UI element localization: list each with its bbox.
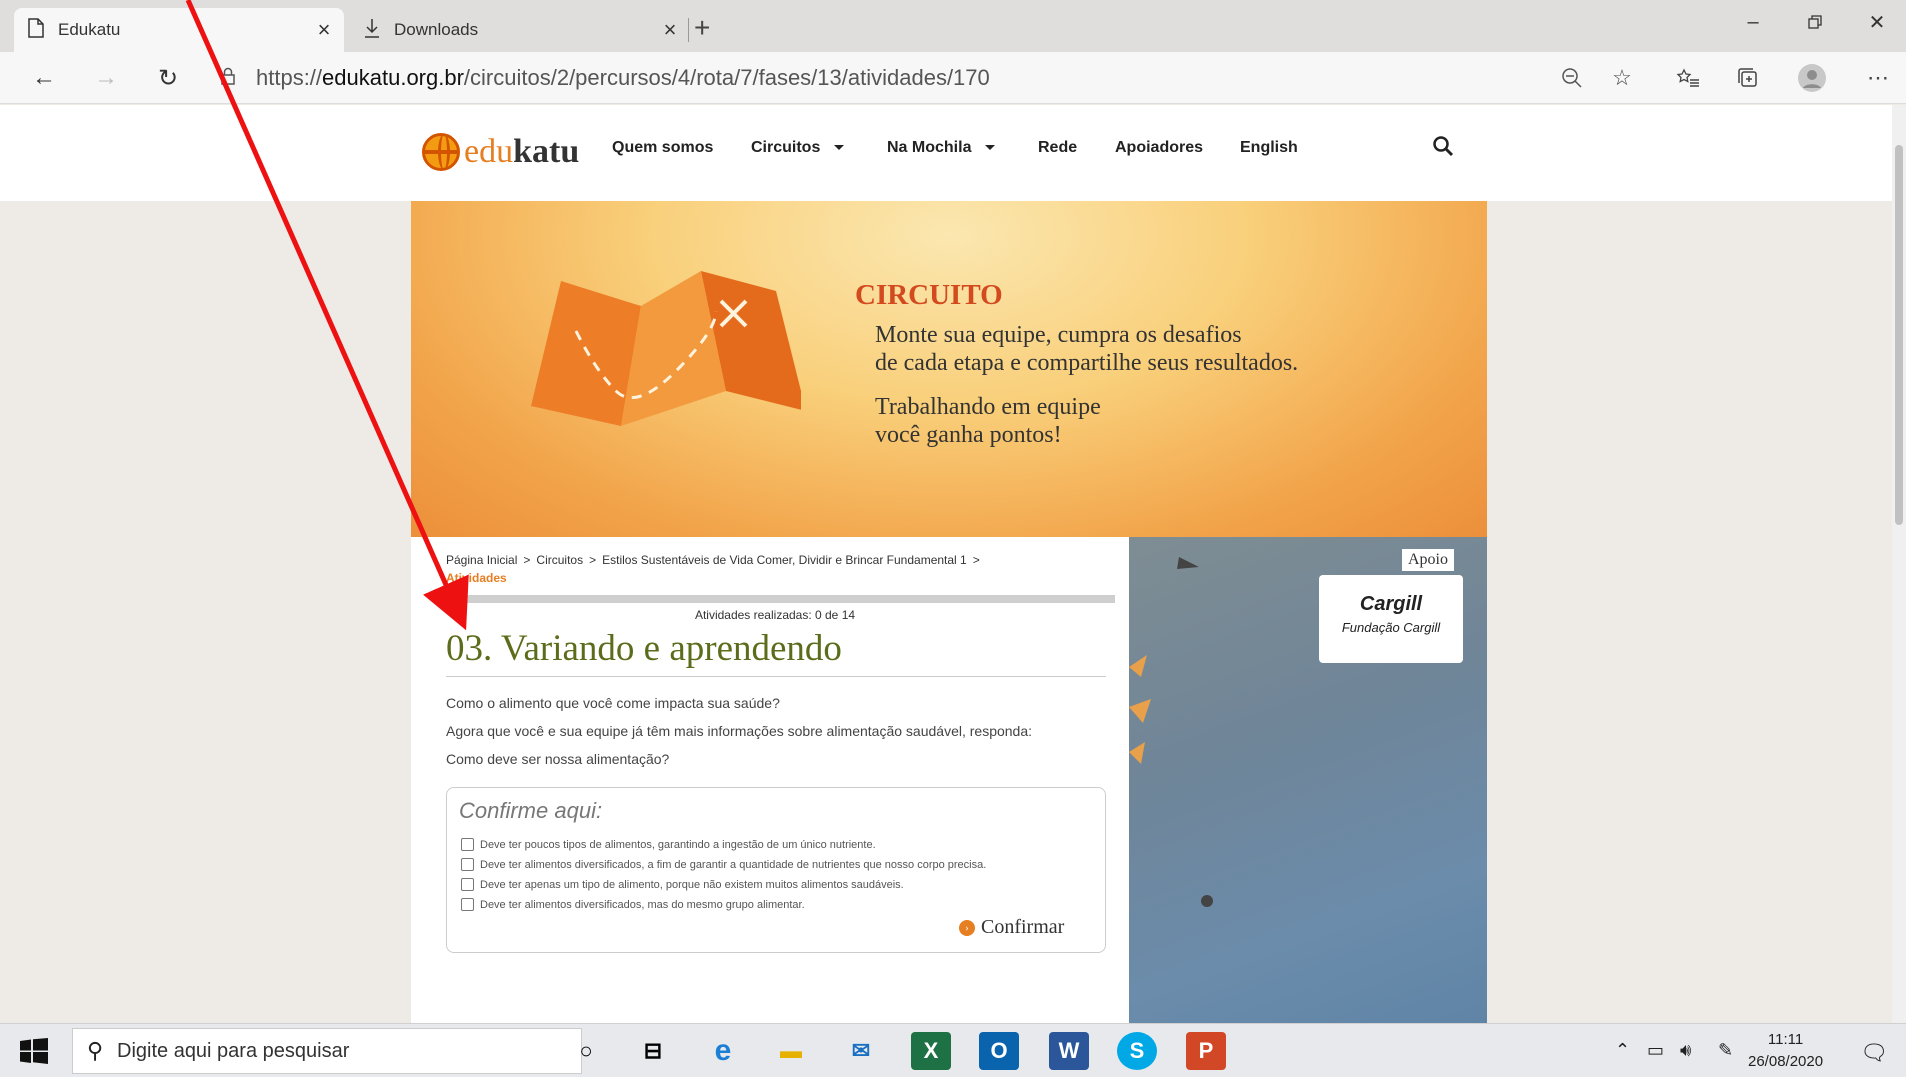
tab-edukatu[interactable]: Edukatu × <box>14 8 344 52</box>
collections-icon[interactable] <box>1730 62 1766 94</box>
skype-icon[interactable]: S <box>1117 1032 1157 1070</box>
banner-line: de cada etapa e compartilhe seus resulta… <box>875 350 1299 376</box>
scrollbar-thumb[interactable] <box>1895 145 1903 525</box>
edge-icon[interactable]: e <box>703 1032 743 1070</box>
notifications-icon[interactable]: 🗨︎ <box>1860 1040 1888 1066</box>
file-explorer-icon[interactable]: ▬ <box>771 1032 811 1070</box>
back-arrow-icon[interactable]: ← <box>24 60 64 96</box>
windows-start-icon[interactable] <box>20 1038 50 1064</box>
restore-icon[interactable] <box>1784 0 1846 44</box>
breadcrumb-circuitos[interactable]: Circuitos <box>536 553 583 567</box>
cargill-logo[interactable]: Cargill Fundação Cargill <box>1319 575 1463 663</box>
mail-icon[interactable]: ✉ <box>841 1032 881 1070</box>
activity-panel: Página Inicial > Circuitos > Estilos Sustent… <box>411 537 1129 1023</box>
activity-progress-text: Atividades realizadas: 0 de 14 <box>694 608 856 622</box>
forward-arrow-icon[interactable]: → <box>86 60 126 96</box>
taskbar-search-box[interactable]: ⚲ Digite aqui para pesquisar <box>72 1028 582 1074</box>
nav-na-mochila[interactable]: Na Mochila <box>887 139 996 157</box>
checkbox[interactable] <box>461 858 474 871</box>
profile-avatar-icon[interactable] <box>1794 62 1830 94</box>
task-view-icon[interactable]: ⊟ <box>633 1032 673 1070</box>
nav-quem-somos[interactable]: Quem somos <box>612 139 713 157</box>
breadcrumb: Página Inicial > Circuitos > Estilos Sustent… <box>446 553 980 585</box>
tab-label: Downloads <box>394 20 479 39</box>
sponsor-sidebar: Apoio Cargill Fundação Cargill <box>1129 537 1487 1023</box>
banner-title: CIRCUITO <box>855 279 1003 311</box>
url-text: https://edukatu.org.br/circuitos/2/percu… <box>256 65 990 90</box>
nav-english[interactable]: English <box>1240 139 1298 157</box>
nav-rede[interactable]: Rede <box>1038 139 1077 157</box>
answer-option[interactable]: Deve ter poucos tipos de alimentos, gara… <box>461 838 876 851</box>
more-menu-icon[interactable]: ⋯ <box>1860 62 1896 94</box>
page-viewport: edukatu Quem somos Circuitos Na Mochila … <box>0 105 1892 1023</box>
minimize-icon[interactable]: – <box>1722 0 1784 44</box>
url-field[interactable]: https://edukatu.org.br/circuitos/2/percu… <box>220 60 1620 96</box>
checkbox[interactable] <box>461 838 474 851</box>
nav-apoiadores[interactable]: Apoiadores <box>1115 139 1203 157</box>
title-divider <box>446 676 1106 677</box>
confirm-form: Confirme aqui: Deve ter poucos tipos de … <box>446 787 1106 953</box>
banner-line: Trabalhando em equipe <box>875 394 1101 420</box>
cortana-icon[interactable]: ○ <box>566 1032 606 1070</box>
breadcrumb-current: Atividades <box>446 571 507 585</box>
activity-title: 03. Variando e aprendendo <box>446 628 842 669</box>
answer-option[interactable]: Deve ter alimentos diversificados, mas d… <box>461 898 805 911</box>
chevron-right-icon: › <box>959 919 975 936</box>
question-text: Como deve ser nossa alimentação? <box>446 751 670 767</box>
breadcrumb-home[interactable]: Página Inicial <box>446 553 517 567</box>
confirm-title: Confirme aqui: <box>459 798 603 823</box>
word-icon[interactable]: W <box>1049 1032 1089 1070</box>
excel-icon[interactable]: X <box>911 1032 951 1070</box>
volume-icon[interactable]: 🔊︎ <box>1680 1040 1691 1061</box>
caret-down-icon <box>834 145 845 151</box>
close-icon[interactable]: × <box>650 17 690 43</box>
answer-option[interactable]: Deve ter apenas um tipo de alimento, por… <box>461 878 904 891</box>
breadcrumb-circuit-name[interactable]: Estilos Sustentáveis de Vida Comer, Divi… <box>602 553 967 567</box>
globe-icon <box>422 133 460 171</box>
nav-circuitos[interactable]: Circuitos <box>751 139 845 157</box>
browser-tab-bar: Edukatu × Downloads × + – ✕ <box>0 0 1906 52</box>
page-icon <box>14 17 58 43</box>
activity-progress-bar <box>435 595 1115 603</box>
edukatu-logo[interactable]: edukatu <box>422 133 579 171</box>
tab-downloads[interactable]: Downloads × <box>350 8 690 52</box>
checkbox[interactable] <box>461 898 474 911</box>
powerpoint-icon[interactable]: P <box>1186 1032 1226 1070</box>
close-icon[interactable]: × <box>304 17 344 43</box>
caret-down-icon <box>985 145 996 151</box>
tab-divider <box>688 18 689 42</box>
outlook-icon[interactable]: O <box>979 1032 1019 1070</box>
network-icon[interactable]: ▭ <box>1647 1040 1664 1061</box>
lock-icon <box>220 67 256 90</box>
new-tab-icon[interactable]: + <box>694 12 710 44</box>
map-illustration <box>531 271 801 426</box>
banner-line: você ganha pontos! <box>875 422 1062 448</box>
refresh-icon[interactable]: ↻ <box>148 60 188 96</box>
confirm-button[interactable]: › Confirmar <box>959 916 1064 939</box>
checkbox[interactable] <box>461 878 474 891</box>
download-icon <box>350 18 394 43</box>
zoom-out-icon[interactable] <box>1554 62 1590 94</box>
system-clock[interactable]: 11:11 26/08/2020 <box>1748 1029 1823 1073</box>
windows-taskbar: ⚲ Digite aqui para pesquisar ○ ⊟ e ▬ ✉ X… <box>0 1023 1906 1077</box>
search-icon: ⚲ <box>86 1038 104 1063</box>
address-bar-row: ← → ↻ https://edukatu.org.br/circuitos/2… <box>0 52 1906 104</box>
favorites-list-icon[interactable] <box>1670 62 1706 94</box>
pen-icon[interactable]: ✎ <box>1718 1040 1733 1061</box>
tab-label: Edukatu <box>58 20 121 39</box>
favorite-star-icon[interactable]: ☆ <box>1604 62 1640 94</box>
instruction-text: Agora que você e sua equipe já têm mais … <box>446 723 1033 739</box>
window-close-icon[interactable]: ✕ <box>1846 0 1906 44</box>
apoio-label: Apoio <box>1402 549 1454 571</box>
search-icon[interactable] <box>1432 135 1454 163</box>
site-header: edukatu Quem somos Circuitos Na Mochila … <box>0 105 1892 201</box>
question-text: Como o alimento que você come impacta su… <box>446 695 780 711</box>
banner-line: Monte sua equipe, cumpra os desafios <box>875 322 1242 348</box>
chevron-up-icon[interactable]: ⌃ <box>1615 1040 1630 1061</box>
answer-option[interactable]: Deve ter alimentos diversificados, a fim… <box>461 858 986 871</box>
vertical-scrollbar[interactable] <box>1892 105 1906 1023</box>
circuit-banner: CIRCUITO Monte sua equipe, cumpra os des… <box>411 201 1487 537</box>
